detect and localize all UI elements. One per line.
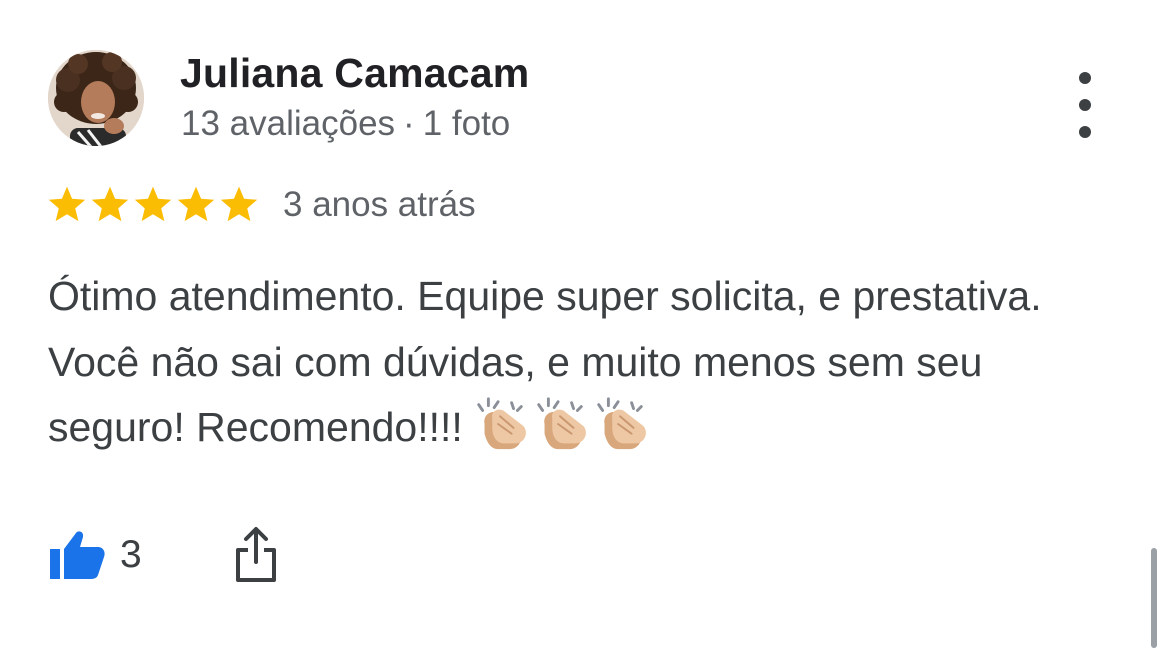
avatar[interactable]: [48, 50, 144, 146]
reviews-count: 13 avaliações: [181, 104, 396, 143]
clapping-hands-icon: [537, 397, 586, 450]
more-options-button[interactable]: [1062, 72, 1108, 138]
more-vert-icon-dot: [1079, 99, 1091, 111]
avatar-photo: [48, 50, 144, 146]
share-button[interactable]: [234, 526, 278, 584]
review-date: 3 anos atrás: [283, 185, 476, 224]
star-icon: [91, 186, 129, 222]
star-icon: [177, 186, 215, 222]
author-name[interactable]: Juliana Camacam: [180, 50, 529, 97]
clapping-hands-icon: [477, 397, 526, 450]
author-meta: 13 avaliações · 1 foto: [181, 104, 510, 144]
review-text: Ótimo atendimento. Equipe super solicita…: [48, 264, 1108, 461]
more-vert-icon-dot: [1079, 126, 1091, 138]
like-button[interactable]: 3: [48, 529, 142, 581]
star-rating: [46, 184, 261, 226]
star-icon: [48, 186, 86, 222]
like-count: 3: [120, 533, 142, 576]
scrollbar[interactable]: [1151, 548, 1157, 648]
meta-separator: ·: [403, 104, 415, 143]
emoji-group: [471, 395, 651, 453]
action-row: 3: [48, 522, 278, 588]
star-icon: [134, 186, 172, 222]
share-icon: [235, 527, 276, 582]
review-card: Juliana Camacam 13 avaliações · 1 foto 3 a…: [0, 0, 1170, 648]
rating-row: 3 anos atrás: [46, 182, 476, 228]
photos-count: 1 foto: [422, 104, 511, 143]
more-vert-icon-dot: [1079, 72, 1091, 84]
thumb-up-icon: [50, 531, 105, 579]
clapping-hands-icon: [597, 397, 646, 450]
star-icon: [220, 186, 258, 222]
